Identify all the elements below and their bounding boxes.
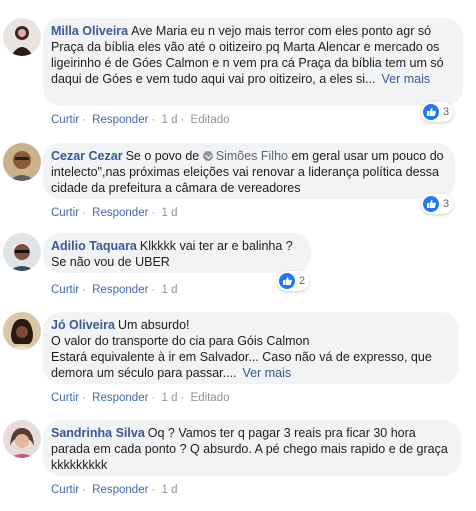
reaction-count[interactable]: 3 xyxy=(421,194,454,214)
reaction-number: 3 xyxy=(443,198,450,210)
avatar[interactable] xyxy=(3,233,41,271)
like-button[interactable]: Curtir xyxy=(51,207,79,219)
comment-author[interactable]: Jó Oliveira xyxy=(51,318,115,332)
comment-actions: Curtir · Responder · 1 d xyxy=(51,284,178,296)
like-button[interactable]: Curtir xyxy=(51,392,79,404)
timestamp[interactable]: 1 d xyxy=(161,484,177,496)
comment-bubble: Milla Oliveira Ave Maria eu n vejo mais t… xyxy=(43,18,463,106)
comment-bubble: Jó Oliveira Um absurdo! O valor do transp… xyxy=(43,312,459,384)
place-mention[interactable]: Simões Filho xyxy=(202,149,288,163)
avatar[interactable] xyxy=(3,18,41,56)
reaction-count[interactable]: 2 xyxy=(277,271,310,291)
reaction-number: 2 xyxy=(299,275,306,287)
comment-actions: Curtir · Responder · 1 d xyxy=(51,207,178,219)
like-icon xyxy=(423,104,439,120)
comment-actions: Curtir · Responder · 1 d · Editado xyxy=(51,114,230,126)
place-icon xyxy=(202,151,213,161)
comment-actions: Curtir · Responder · 1 d · Editado xyxy=(51,392,230,404)
avatar[interactable] xyxy=(3,143,41,181)
edited-label[interactable]: Editado xyxy=(191,392,230,404)
like-icon xyxy=(423,196,439,212)
reply-button[interactable]: Responder xyxy=(92,114,148,126)
comment-author[interactable]: Cezar Cezar xyxy=(51,149,123,163)
like-button[interactable]: Curtir xyxy=(51,114,79,126)
comment-author[interactable]: Sandrinha Silva xyxy=(51,426,145,440)
avatar[interactable] xyxy=(3,312,41,350)
comment-author[interactable]: Adilio Taquara xyxy=(51,239,137,253)
edited-label[interactable]: Editado xyxy=(191,114,230,126)
comment-list: Milla Oliveira Ave Maria eu n vejo mais t… xyxy=(0,0,476,511)
reply-button[interactable]: Responder xyxy=(92,284,148,296)
avatar[interactable] xyxy=(3,420,41,458)
timestamp[interactable]: 1 d xyxy=(161,284,177,296)
comment-bubble: Adilio Taquara Klkkkk vai ter ar e balinh… xyxy=(43,233,311,273)
comment-actions: Curtir · Responder · 1 d xyxy=(51,484,178,496)
comment-bubble: Sandrinha Silva Oq ? Vamos ter q pagar 3 … xyxy=(43,420,461,476)
see-more-link[interactable]: Ver mais xyxy=(243,366,292,380)
like-button[interactable]: Curtir xyxy=(51,484,79,496)
timestamp[interactable]: 1 d xyxy=(161,207,177,219)
comment-text: Se o povo de xyxy=(125,149,200,163)
timestamp[interactable]: 1 d xyxy=(161,392,177,404)
reply-button[interactable]: Responder xyxy=(92,484,148,496)
comment-author[interactable]: Milla Oliveira xyxy=(51,24,128,38)
reply-button[interactable]: Responder xyxy=(92,207,148,219)
comment-bubble: Cezar Cezar Se o povo de Simões Filho em … xyxy=(43,143,455,199)
reaction-count[interactable]: 3 xyxy=(421,102,454,122)
reaction-number: 3 xyxy=(443,106,450,118)
see-more-link[interactable]: Ver mais xyxy=(382,72,431,86)
like-button[interactable]: Curtir xyxy=(51,284,79,296)
like-icon xyxy=(279,273,295,289)
timestamp[interactable]: 1 d xyxy=(161,114,177,126)
reply-button[interactable]: Responder xyxy=(92,392,148,404)
